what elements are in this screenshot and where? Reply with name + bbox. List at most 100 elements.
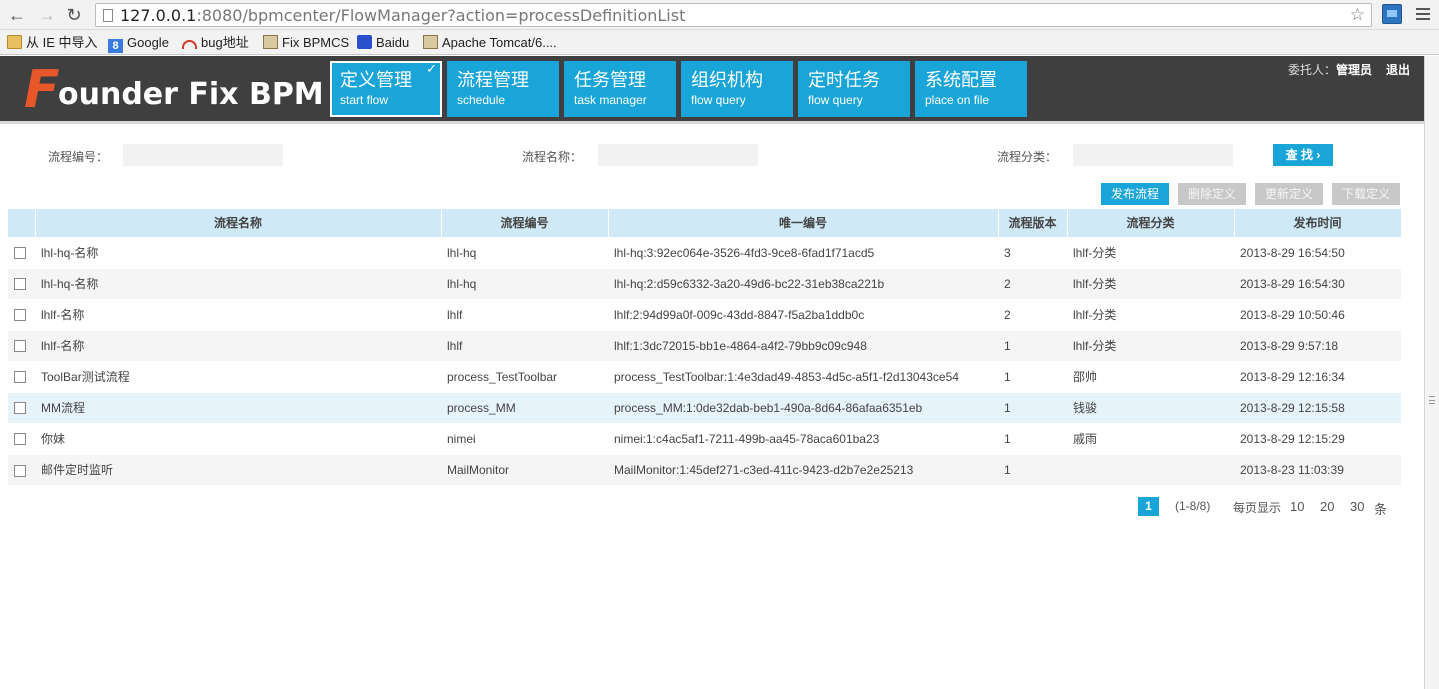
header-unique-id[interactable]: 唯一编号 xyxy=(608,209,999,237)
folder-icon xyxy=(7,35,22,49)
forward-icon[interactable]: → xyxy=(36,4,58,26)
cell-process-name: lhlf-名称 xyxy=(35,329,441,361)
reload-icon[interactable]: ↻ xyxy=(63,4,85,26)
delegate-name: 管理员 xyxy=(1335,63,1372,77)
scroll-grip-icon[interactable] xyxy=(1429,396,1435,404)
cell-publish-time: 2013-8-23 11:03:39 xyxy=(1234,453,1401,485)
page-size-20[interactable]: 20 xyxy=(1320,499,1334,514)
row-checkbox[interactable] xyxy=(14,278,26,291)
cell-publish-time: 2013-8-29 12:15:58 xyxy=(1234,391,1401,423)
cell-process-code: process_TestToolbar xyxy=(441,360,608,392)
download-definition-button[interactable]: 下载定义 xyxy=(1332,183,1400,205)
cell-publish-time: 2013-8-29 12:16:34 xyxy=(1234,360,1401,392)
process-code-label: 流程编号： xyxy=(48,150,109,164)
tab-system-config[interactable]: 系统配置 place on file xyxy=(915,61,1027,117)
table-row[interactable]: lhlf-名称 lhlf lhlf:1:3dc72015-bb1e-4864-a… xyxy=(8,329,1401,361)
cell-unique-id: process_TestToolbar:1:4e3dad49-4853-4d5c… xyxy=(608,360,998,392)
table-row[interactable]: 邮件定时监听 MailMonitor MailMonitor:1:45def27… xyxy=(8,453,1401,485)
cell-publish-time: 2013-8-29 9:57:18 xyxy=(1234,329,1401,361)
process-code-input[interactable] xyxy=(123,144,283,166)
row-checkbox[interactable] xyxy=(14,247,26,260)
back-icon[interactable]: ← xyxy=(6,4,28,26)
header-process-code[interactable]: 流程编号 xyxy=(441,209,609,237)
process-name-label: 流程名称： xyxy=(522,150,583,164)
user-info: 委托人：管理员 退出 xyxy=(1287,63,1410,77)
cell-unique-id: lhl-hq:3:92ec064e-3526-4fd3-9ce8-6fad1f7… xyxy=(608,236,998,268)
bookmarks-bar: 从 IE 中导入 8 Google bug地址 Fix BPMCS Baidu A… xyxy=(0,30,1439,55)
bookmark-item[interactable]: Baidu xyxy=(357,34,409,52)
bookmark-item[interactable]: Apache Tomcat/6.... xyxy=(423,34,557,52)
browser-menu-icon[interactable] xyxy=(1416,8,1430,20)
table-row[interactable]: 你妹 nimei nimei:1:c4ac5af1-7211-499b-aa45… xyxy=(8,422,1401,454)
cell-process-name: 邮件定时监听 xyxy=(35,453,441,485)
cell-process-code: nimei xyxy=(441,422,608,454)
cell-version: 2 xyxy=(998,267,1067,299)
process-definition-table: 流程名称 流程编号 唯一编号 流程版本 流程分类 发布时间 lhl-hq-名称 … xyxy=(8,209,1402,485)
header-publish-time[interactable]: 发布时间 xyxy=(1234,209,1402,237)
cell-publish-time: 2013-8-29 10:50:46 xyxy=(1234,298,1401,330)
page-size-10[interactable]: 10 xyxy=(1290,499,1304,514)
cell-process-code: process_MM xyxy=(441,391,608,423)
cell-process-code: lhlf xyxy=(441,329,608,361)
vertical-scrollbar[interactable] xyxy=(1424,56,1439,689)
logout-link[interactable]: 退出 xyxy=(1386,63,1410,77)
process-category-input[interactable] xyxy=(1073,144,1233,166)
cell-process-code: lhlf xyxy=(441,298,608,330)
header-process-name[interactable]: 流程名称 xyxy=(35,209,442,237)
bug-icon xyxy=(182,40,197,49)
page-size-unit: 条 xyxy=(1374,502,1388,517)
header-category[interactable]: 流程分类 xyxy=(1067,209,1235,237)
header-version[interactable]: 流程版本 xyxy=(998,209,1068,237)
row-checkbox[interactable] xyxy=(14,402,26,415)
tab-task-management[interactable]: 任务管理 task manager xyxy=(564,61,676,117)
bookmark-item[interactable]: bug地址 xyxy=(182,34,249,52)
page-range: (1-8/8) xyxy=(1175,499,1211,513)
delete-definition-button[interactable]: 删除定义 xyxy=(1178,183,1246,205)
table-row[interactable]: lhlf-名称 lhlf lhlf:2:94d99a0f-009c-43dd-8… xyxy=(8,298,1401,330)
cell-process-name: lhl-hq-名称 xyxy=(35,236,441,268)
cell-process-code: lhl-hq xyxy=(441,236,608,268)
update-definition-button[interactable]: 更新定义 xyxy=(1255,183,1323,205)
cell-process-name: MM流程 xyxy=(35,391,441,423)
table-row[interactable]: lhl-hq-名称 lhl-hq lhl-hq:3:92ec064e-3526-… xyxy=(8,236,1401,268)
bookmark-star-icon[interactable]: ☆ xyxy=(1350,5,1365,25)
cell-process-name: lhlf-名称 xyxy=(35,298,441,330)
table-row[interactable]: lhl-hq-名称 lhl-hq lhl-hq:2:d59c6332-3a20-… xyxy=(8,267,1401,299)
bookmark-item[interactable]: Fix BPMCS xyxy=(263,34,349,52)
cell-unique-id: lhlf:1:3dc72015-bb1e-4864-a4f2-79bb9c09c… xyxy=(608,329,998,361)
row-checkbox[interactable] xyxy=(14,340,26,353)
row-checkbox[interactable] xyxy=(14,433,26,446)
cell-version: 2 xyxy=(998,298,1067,330)
extension-icon[interactable] xyxy=(1382,4,1402,24)
table-row[interactable]: ToolBar测试流程 process_TestToolbar process_… xyxy=(8,360,1401,392)
current-page-button[interactable]: 1 xyxy=(1138,497,1159,516)
tab-process-management[interactable]: 流程管理 schedule xyxy=(447,61,559,117)
url-text: 127.0.0.1:8080/bpmcenter/FlowManager?act… xyxy=(120,6,686,25)
cell-process-name: lhl-hq-名称 xyxy=(35,267,441,299)
google-icon: 8 xyxy=(108,39,123,53)
find-button[interactable]: 查 找 › xyxy=(1273,144,1333,166)
publish-process-button[interactable]: 发布流程 xyxy=(1101,183,1169,205)
row-checkbox[interactable] xyxy=(14,371,26,384)
per-page-label: 每页显示 xyxy=(1233,501,1282,515)
cell-version: 3 xyxy=(998,236,1067,268)
cell-publish-time: 2013-8-29 12:15:29 xyxy=(1234,422,1401,454)
page-icon xyxy=(103,9,113,22)
table-row[interactable]: MM流程 process_MM process_MM:1:0de32dab-be… xyxy=(8,391,1401,423)
cell-publish-time: 2013-8-29 16:54:50 xyxy=(1234,236,1401,268)
cell-version: 1 xyxy=(998,391,1067,423)
baidu-icon xyxy=(357,35,372,49)
cell-category xyxy=(1067,453,1234,485)
page-size-30[interactable]: 30 xyxy=(1350,499,1364,514)
bookmark-item[interactable]: 从 IE 中导入 xyxy=(7,34,98,52)
bookmark-item[interactable]: 8 Google xyxy=(108,34,169,53)
tab-scheduled-tasks[interactable]: 定时任务 flow query xyxy=(798,61,910,117)
row-checkbox[interactable] xyxy=(14,309,26,322)
row-checkbox[interactable] xyxy=(14,464,26,477)
address-bar[interactable]: 127.0.0.1:8080/bpmcenter/FlowManager?act… xyxy=(95,3,1372,27)
process-name-input[interactable] xyxy=(598,144,758,166)
tab-organization[interactable]: 组织机构 flow query xyxy=(681,61,793,117)
cell-category: 戚雨 xyxy=(1067,422,1234,454)
cell-version: 1 xyxy=(998,453,1067,485)
tab-definition-management[interactable]: ✓ 定义管理 start flow xyxy=(330,61,442,117)
